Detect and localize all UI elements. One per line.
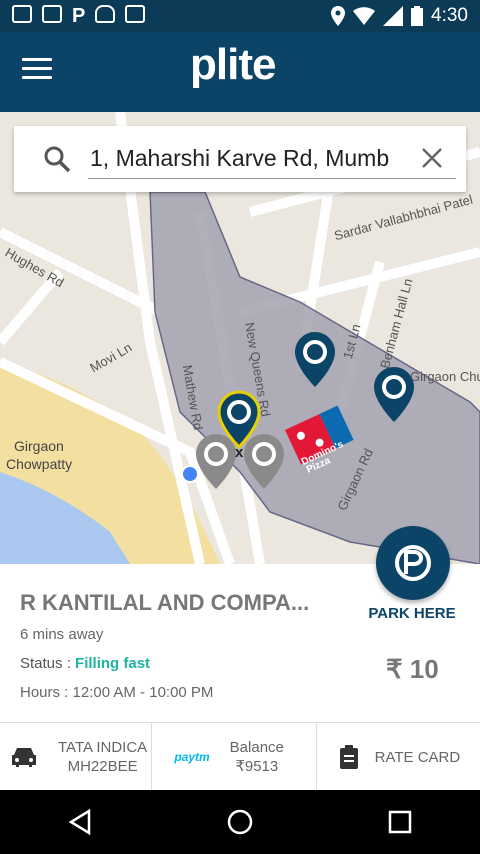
balance-value: ₹9513 [235,758,279,775]
status-label: Status : [20,655,76,672]
search-box [14,126,466,192]
map-label-chowpatty-line2: Chowpatty [6,456,73,472]
home-icon[interactable] [220,802,260,842]
parking-hours: Hours : 12:00 AM - 10:00 PM [20,684,214,701]
android-icon [95,4,116,23]
search-input[interactable] [88,138,456,179]
image-icon [42,4,62,23]
app-logo: plite [190,40,276,89]
recents-icon[interactable] [380,802,420,842]
gmail-icon [12,4,32,23]
map-marker-x: x [235,444,244,461]
park-here-button[interactable] [376,526,450,600]
status-bar: P 4:30 [0,0,480,32]
vehicle-name: TATA INDICA [58,739,148,756]
status-value: Filling fast [75,655,151,672]
search-icon[interactable] [42,144,72,174]
parking-icon: P [72,4,86,27]
parking-status: Status : Filling fast [20,655,150,672]
close-icon[interactable] [418,144,446,172]
parking-eta: 6 mins away [20,626,104,643]
car-icon [12,748,36,767]
wallet-cell[interactable]: paytm Balance ₹9513 [152,723,317,791]
status-time: 4:30 [431,5,468,26]
parking-icon [395,545,431,581]
map-label-girgaon-chu: Girgaon Chu [410,369,480,384]
system-nav-bar [0,790,480,854]
briefcase-icon [125,4,146,23]
paytm-logo: paytm [174,750,210,764]
back-icon[interactable] [60,802,100,842]
bottom-action-bar: TATA INDICA MH22BEE paytm Balance ₹9513 … [0,722,480,791]
vehicle-number: MH22BEE [67,758,138,775]
menu-icon[interactable] [22,58,52,84]
park-here-label[interactable]: PARK HERE [364,605,460,622]
rate-card-cell[interactable]: RATE CARD [317,723,480,791]
vehicle-cell[interactable]: TATA INDICA MH22BEE [0,723,153,791]
wifi-icon [353,7,376,25]
app-bar: plite [0,32,480,112]
parking-name: R KANTILAL AND COMPA... [20,590,310,615]
battery-icon [411,6,424,26]
clipboard-icon [339,745,358,769]
map-label-chowpatty-line1: Girgaon [14,438,64,454]
signal-icon [383,6,404,26]
rate-card-label: RATE CARD [374,748,461,766]
parking-price: ₹ 10 [386,654,439,684]
location-icon [331,6,346,26]
balance-label: Balance [229,739,284,756]
